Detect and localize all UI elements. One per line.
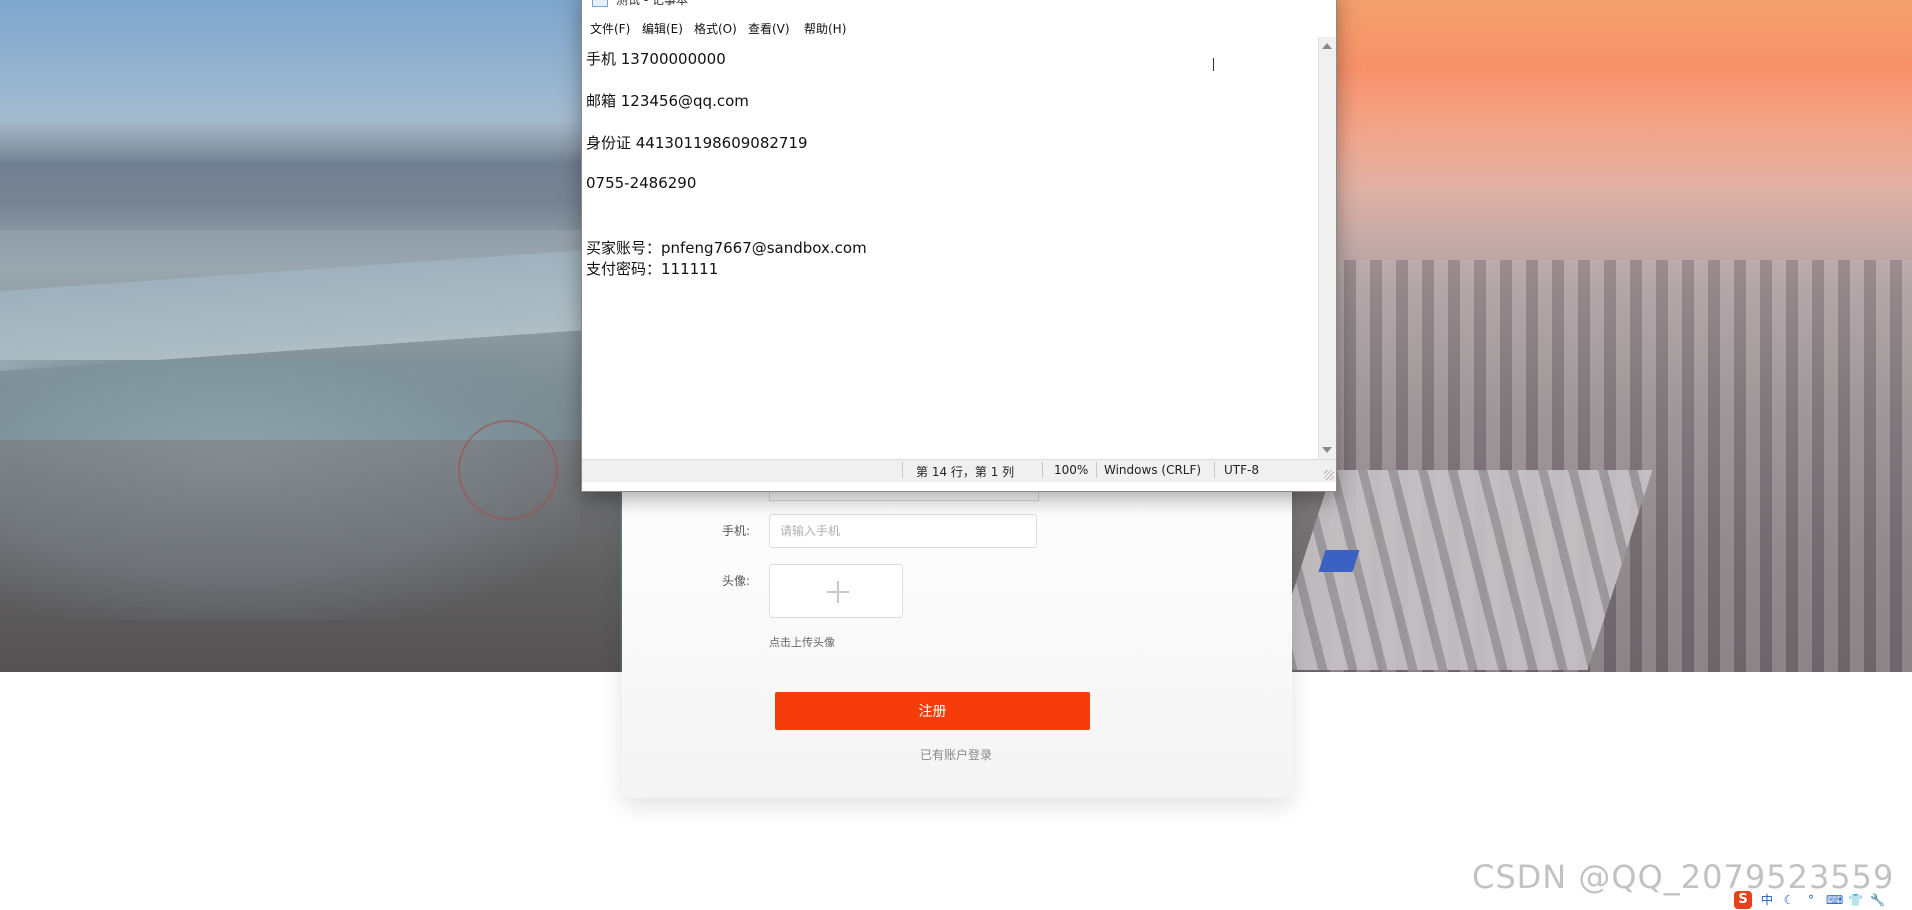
status-divider: [1096, 462, 1097, 478]
line-ending: Windows (CRLF): [1104, 463, 1202, 477]
status-bar: 第 14 行，第 1 列 100% Windows (CRLF) UTF-8: [582, 459, 1336, 482]
status-divider: [902, 462, 903, 478]
text-line: 0755-2486290: [586, 174, 697, 192]
avatar-upload-box[interactable]: [769, 564, 903, 618]
text-line: 身份证 441301198609082719: [586, 134, 808, 152]
sogou-logo-icon[interactable]: S: [1734, 891, 1752, 909]
moon-icon[interactable]: ☾: [1782, 893, 1796, 907]
menu-help[interactable]: 帮助(H): [804, 20, 846, 37]
status-divider: [1042, 462, 1043, 478]
menubar: 文件(F) 编辑(E) 格式(O) 查看(V) 帮助(H): [582, 17, 1336, 39]
close-button[interactable]: ✕: [1274, 0, 1320, 9]
status-divider: [1214, 462, 1215, 478]
encoding: UTF-8: [1224, 463, 1259, 477]
zoom-level: 100%: [1054, 463, 1089, 477]
menu-file[interactable]: 文件(F): [590, 20, 630, 37]
text-editor[interactable]: 手机 13700000000 邮箱 123456@qq.com 身份证 4413…: [582, 37, 1316, 459]
login-link[interactable]: 已有账户登录: [920, 746, 992, 763]
avatar-label: 头像:: [722, 574, 751, 588]
skin-icon[interactable]: 👕: [1848, 893, 1863, 907]
maximize-button[interactable]: ☐: [1228, 0, 1274, 9]
keyboard-icon[interactable]: ⌨: [1826, 893, 1843, 907]
menu-view[interactable]: 查看(V): [748, 20, 790, 37]
upload-hint: 点击上传头像: [769, 636, 835, 649]
punctuation-icon[interactable]: °: [1804, 893, 1818, 907]
minimize-button[interactable]: —: [1182, 0, 1228, 9]
scroll-up-icon[interactable]: [1322, 43, 1332, 49]
ferris-wheel: [458, 420, 558, 520]
text-line: 邮箱 123456@qq.com: [586, 92, 749, 110]
vertical-scrollbar[interactable]: [1318, 37, 1336, 459]
text-line: 支付密码：111111: [586, 260, 719, 278]
scroll-down-icon[interactable]: [1322, 447, 1332, 453]
text-line: 手机 13700000000: [586, 50, 726, 68]
notepad-icon: [592, 0, 608, 7]
chinese-mode-icon[interactable]: 中: [1760, 893, 1774, 907]
register-button[interactable]: 注册: [775, 692, 1090, 730]
window-title: 测试 - 记事本: [616, 0, 688, 7]
phone-input[interactable]: [769, 514, 1037, 548]
menu-edit[interactable]: 编辑(E): [642, 20, 683, 37]
notepad-window: 测试 - 记事本 — ☐ ✕ 文件(F) 编辑(E) 格式(O) 查看(V) 帮…: [581, 0, 1337, 492]
notepad-titlebar[interactable]: 测试 - 记事本 — ☐ ✕: [582, 0, 1336, 9]
ibeam-cursor-icon: [1213, 58, 1214, 71]
menu-format[interactable]: 格式(O): [694, 20, 737, 37]
cursor-position: 第 14 行，第 1 列: [916, 465, 1015, 479]
ime-tray: S 中 ☾ ° ⌨ 👕 🔧: [1734, 890, 1885, 910]
blue-sign: [1318, 550, 1360, 572]
tools-icon[interactable]: 🔧: [1870, 893, 1885, 907]
phone-label: 手机:: [722, 524, 751, 538]
resize-grip-icon[interactable]: [1324, 470, 1334, 480]
plus-icon: [827, 581, 849, 603]
text-line: 买家账号：pnfeng7667@sandbox.com: [586, 239, 867, 257]
